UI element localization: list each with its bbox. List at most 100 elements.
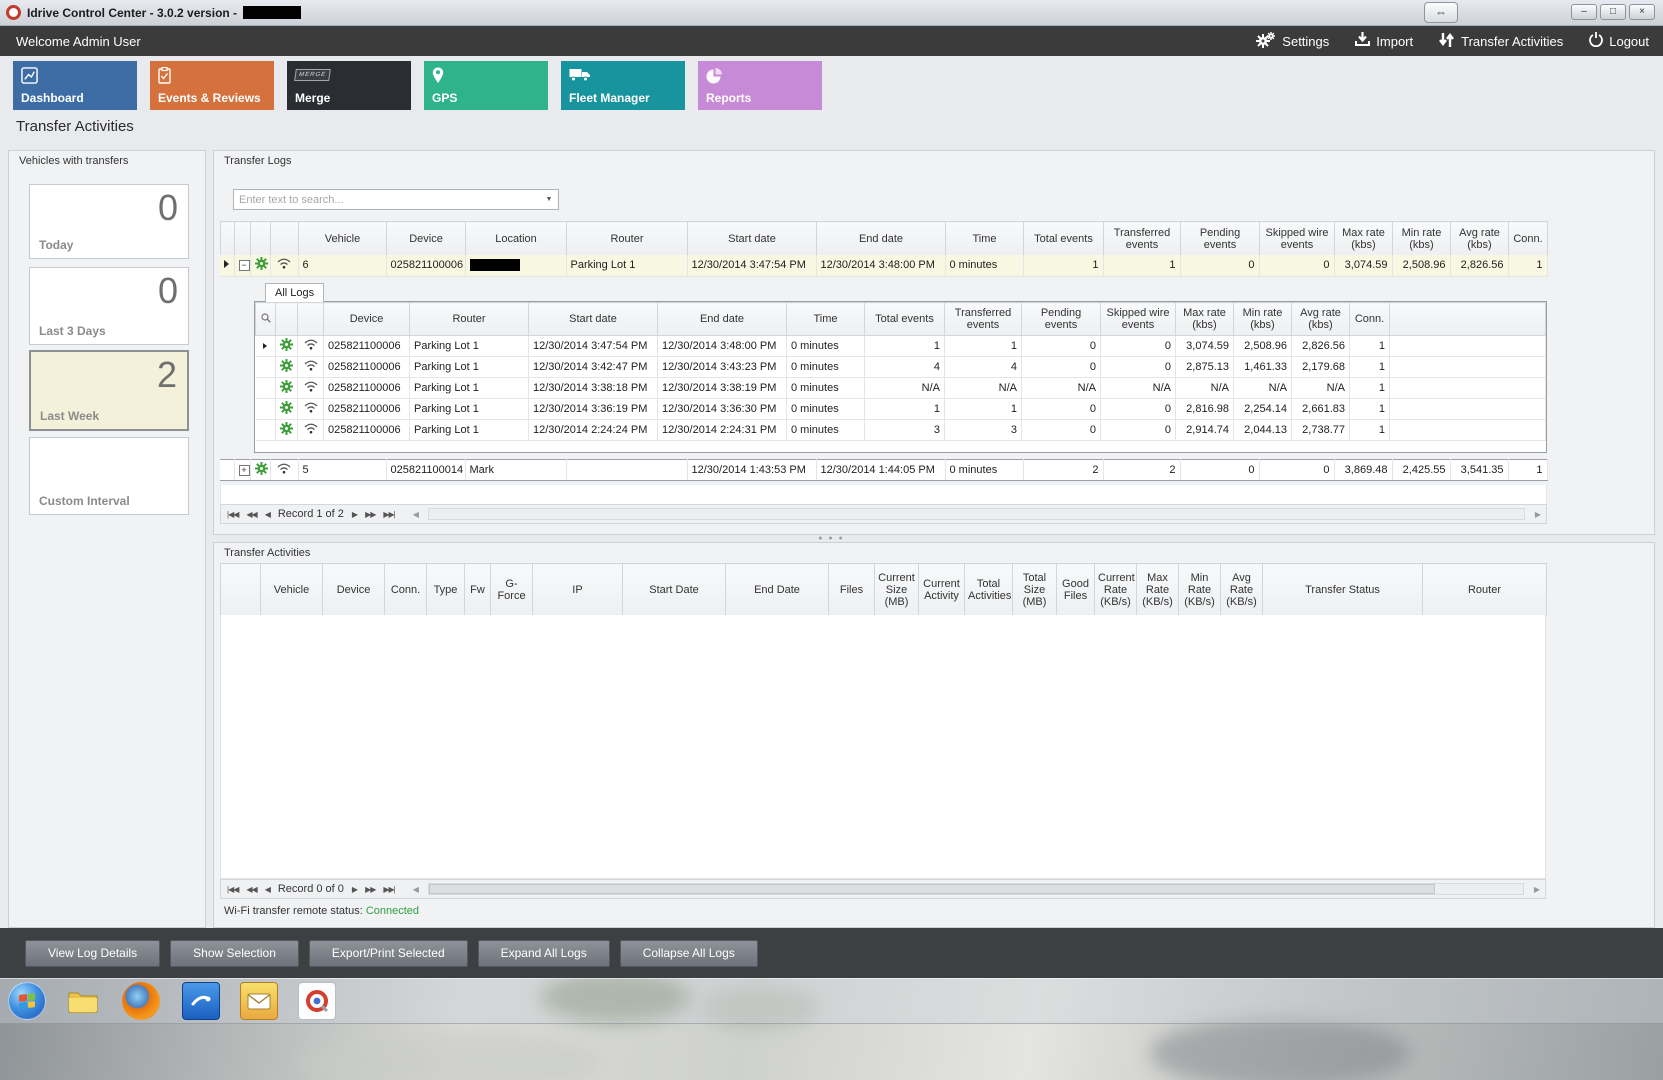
- col-router[interactable]: Router: [410, 303, 529, 336]
- gear-icon[interactable]: [276, 399, 298, 420]
- col-min-rate[interactable]: Min rate (kbs): [1234, 303, 1292, 336]
- cell-skipped-wire-events[interactable]: 0: [1101, 336, 1176, 357]
- col-current-size[interactable]: Current Size (MB): [875, 564, 919, 616]
- col-conn[interactable]: Conn.: [385, 564, 427, 616]
- col-total-size[interactable]: Total Size (MB): [1013, 564, 1057, 616]
- col-type[interactable]: Type: [427, 564, 465, 616]
- cell-transferred-events[interactable]: N/A: [945, 378, 1022, 399]
- col-router[interactable]: Router: [1423, 564, 1547, 616]
- cell-conn[interactable]: 1: [1350, 357, 1390, 378]
- cell-pending-events[interactable]: 0: [1180, 460, 1259, 481]
- taskbar-icon-media-app[interactable]: [298, 982, 336, 1020]
- tab-gps[interactable]: GPS: [424, 61, 548, 110]
- cell-pending-events[interactable]: 0: [1022, 420, 1101, 441]
- cell-min-rate[interactable]: 2,508.96: [1392, 255, 1450, 276]
- scroll-right-icon[interactable]: ▶: [1534, 885, 1539, 894]
- col-pending-events[interactable]: Pending events: [1022, 303, 1101, 336]
- col-device[interactable]: Device: [323, 564, 385, 616]
- horizontal-scrollbar[interactable]: [428, 883, 1524, 895]
- cell-time[interactable]: 0 minutes: [945, 460, 1023, 481]
- col-fw[interactable]: Fw: [465, 564, 491, 616]
- col-max-rate[interactable]: Max rate (kbs): [1176, 303, 1234, 336]
- expand-all-logs-button[interactable]: Expand All Logs: [478, 940, 610, 967]
- gear-icon[interactable]: [276, 357, 298, 378]
- cell-end-date[interactable]: 12/30/2014 3:38:19 PM: [658, 378, 787, 399]
- col-min-rate[interactable]: Min rate (kbs): [1393, 222, 1451, 256]
- cell-transferred-events[interactable]: 1: [1103, 255, 1180, 276]
- col-max-rate[interactable]: Max Rate (KB/s): [1137, 564, 1179, 616]
- col-vehicle[interactable]: Vehicle: [261, 564, 323, 616]
- col-time[interactable]: Time: [787, 303, 865, 336]
- show-selection-button[interactable]: Show Selection: [170, 940, 299, 967]
- col-end-date[interactable]: End date: [817, 222, 946, 256]
- cell-total-events[interactable]: N/A: [865, 378, 945, 399]
- logout-button[interactable]: Logout: [1589, 32, 1649, 50]
- expand-row-icon[interactable]: +: [234, 460, 250, 481]
- nav-prev-icon[interactable]: ◀: [265, 510, 270, 519]
- scroll-left-icon[interactable]: ◀: [413, 510, 418, 519]
- nav-first-icon[interactable]: |◀◀: [227, 885, 238, 894]
- col-end-date[interactable]: End Date: [726, 564, 829, 616]
- col-total-activities[interactable]: Total Activities: [965, 564, 1013, 616]
- collapse-row-icon[interactable]: −: [234, 255, 250, 276]
- cell-end-date[interactable]: 12/30/2014 3:48:00 PM: [658, 336, 787, 357]
- col-location[interactable]: Location: [466, 222, 567, 256]
- cell-device[interactable]: 025821100006: [324, 420, 410, 441]
- close-button[interactable]: ×: [1629, 4, 1655, 20]
- table-row[interactable]: 025821100006 Parking Lot 1 12/30/2014 2:…: [256, 420, 1546, 441]
- scrollbar-thumb[interactable]: [429, 884, 1435, 894]
- gear-icon[interactable]: [276, 420, 298, 441]
- gear-icon[interactable]: [276, 336, 298, 357]
- cell-pending-events[interactable]: 0: [1022, 336, 1101, 357]
- col-pending-events[interactable]: Pending events: [1181, 222, 1260, 256]
- cell-time[interactable]: 0 minutes: [945, 255, 1023, 276]
- col-ip[interactable]: IP: [533, 564, 623, 616]
- cell-max-rate[interactable]: 2,875.13: [1176, 357, 1234, 378]
- nav-prev-page-icon[interactable]: ◀◀: [246, 885, 256, 894]
- tab-events-reviews[interactable]: Events & Reviews: [150, 61, 274, 110]
- cell-min-rate[interactable]: 1,461.33: [1234, 357, 1292, 378]
- cell-skipped-wire-events[interactable]: 0: [1259, 255, 1334, 276]
- cell-max-rate[interactable]: N/A: [1176, 378, 1234, 399]
- cell-skipped-wire-events[interactable]: 0: [1101, 357, 1176, 378]
- cell-transferred-events[interactable]: 4: [945, 357, 1022, 378]
- cell-time[interactable]: 0 minutes: [787, 420, 865, 441]
- start-button[interactable]: [8, 982, 46, 1020]
- resize-panel-button[interactable]: ⇔: [1424, 2, 1458, 23]
- tab-dashboard[interactable]: Dashboard: [13, 61, 137, 110]
- col-min-rate[interactable]: Min Rate (KB/s): [1179, 564, 1221, 616]
- cell-min-rate[interactable]: 2,508.96: [1234, 336, 1292, 357]
- cell-transferred-events[interactable]: 3: [945, 420, 1022, 441]
- cell-skipped-wire-events[interactable]: N/A: [1101, 378, 1176, 399]
- col-current-activity[interactable]: Current Activity: [919, 564, 965, 616]
- col-files[interactable]: Files: [829, 564, 875, 616]
- col-skipped-wire-events[interactable]: Skipped wire events: [1260, 222, 1335, 256]
- search-icon[interactable]: [256, 303, 276, 336]
- nav-next-page-icon[interactable]: ▶▶: [365, 510, 375, 519]
- cell-max-rate[interactable]: 3,074.59: [1176, 336, 1234, 357]
- search-input[interactable]: [234, 194, 540, 206]
- table-row[interactable]: 025821100006 Parking Lot 1 12/30/2014 3:…: [256, 357, 1546, 378]
- cell-end-date[interactable]: 12/30/2014 1:44:05 PM: [816, 460, 945, 481]
- cell-avg-rate[interactable]: 2,826.56: [1450, 255, 1508, 276]
- tab-all-logs[interactable]: All Logs: [265, 283, 324, 302]
- cell-device[interactable]: 025821100006: [324, 399, 410, 420]
- taskbar-icon-mail-app[interactable]: [240, 982, 278, 1020]
- cell-conn[interactable]: 1: [1350, 399, 1390, 420]
- cell-total-events[interactable]: 1: [865, 399, 945, 420]
- col-device[interactable]: Device: [324, 303, 410, 336]
- cell-total-events[interactable]: 1: [865, 336, 945, 357]
- col-transferred-events[interactable]: Transferred events: [945, 303, 1022, 336]
- cell-transferred-events[interactable]: 1: [945, 399, 1022, 420]
- col-transferred-events[interactable]: Transferred events: [1104, 222, 1181, 256]
- col-device[interactable]: Device: [387, 222, 466, 256]
- col-avg-rate[interactable]: Avg rate (kbs): [1451, 222, 1509, 256]
- cell-start-date[interactable]: 12/30/2014 2:24:24 PM: [529, 420, 658, 441]
- cell-end-date[interactable]: 12/30/2014 3:48:00 PM: [816, 255, 945, 276]
- chevron-down-icon[interactable]: ▼: [540, 190, 558, 209]
- cell-transferred-events[interactable]: 1: [945, 336, 1022, 357]
- cell-start-date[interactable]: 12/30/2014 3:42:47 PM: [529, 357, 658, 378]
- cell-pending-events[interactable]: 0: [1022, 399, 1101, 420]
- cell-location[interactable]: [465, 255, 566, 276]
- cell-device[interactable]: 025821100006: [324, 378, 410, 399]
